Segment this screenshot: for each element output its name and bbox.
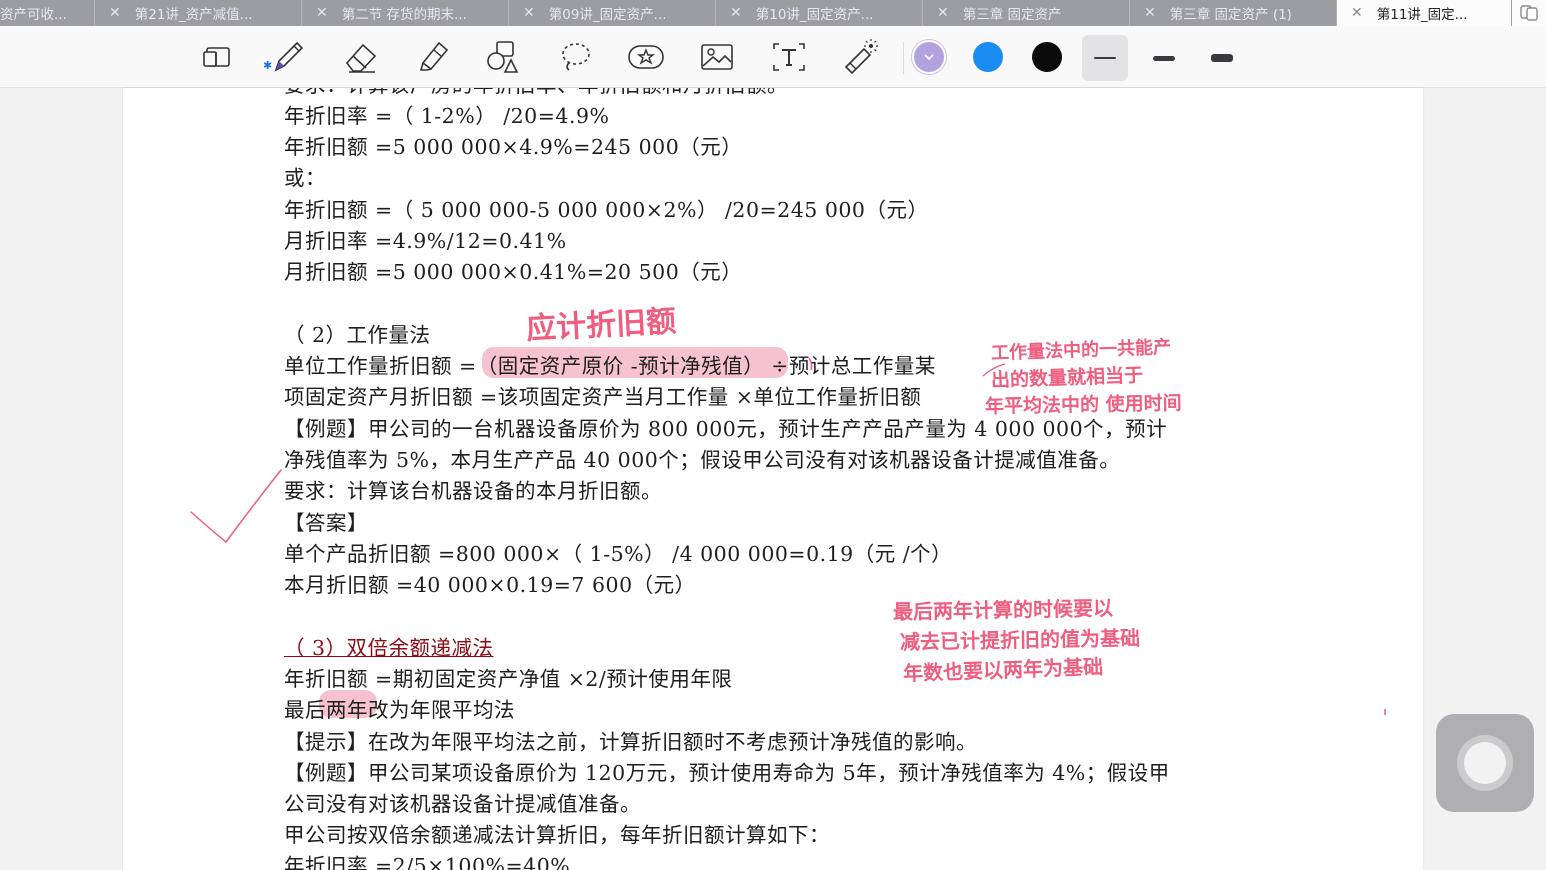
tab-label: 第21讲_资产减值... xyxy=(134,7,253,23)
close-icon[interactable]: ✕ xyxy=(937,5,949,21)
tab-6[interactable]: ✕ 第三章 固定资产 (1) xyxy=(1130,0,1337,26)
tab-overview-icon xyxy=(1520,5,1538,21)
lasso-icon xyxy=(562,43,590,71)
text-line: 【提示】在改为年限平均法之前，计算折旧额时不考虑预计净残值的影响。 xyxy=(284,730,977,754)
text-line: 净残值率为 5%，本月生产产品 40 000个；假设甲公司没有对该机器设备计提减… xyxy=(284,448,1121,472)
checkmark-stroke xyxy=(190,469,282,544)
handwritten-note: 应计折旧额 xyxy=(525,304,677,347)
text-line: 年折旧率 =2/5×100%=40% xyxy=(284,854,571,870)
handwritten-note: 年平均法中的 使用时间 xyxy=(984,392,1182,418)
text-tool[interactable] xyxy=(767,35,811,79)
text-line: 【答案】 xyxy=(284,511,368,535)
assistive-touch-button[interactable] xyxy=(1436,714,1534,812)
sticker-icon xyxy=(628,45,664,69)
highlighter-icon xyxy=(419,41,449,71)
text-line: 年折旧额 =5 000 000×4.9%=245 000（元） xyxy=(284,135,743,159)
shapes-icon xyxy=(487,41,519,73)
text-line: 单个产品折旧额 =800 000×（ 1-5%） /4 000 000=0.19… xyxy=(284,542,953,566)
text-line: 最后两年改为年限平均法 xyxy=(284,698,515,722)
text-line: 年折旧率 =（ 1-2%） /20=4.9% xyxy=(284,104,610,128)
tab-label: 第10讲_固定资产... xyxy=(755,7,874,23)
page-layout-tool[interactable] xyxy=(195,35,239,79)
eraser-icon xyxy=(345,43,377,73)
image-icon xyxy=(701,44,733,70)
close-icon[interactable]: ✕ xyxy=(316,5,328,21)
handwritten-note: 工作量法中的一共能产 xyxy=(990,336,1172,365)
text-line: 甲公司按双倍余额递减法计算折旧，每年折旧额计算如下： xyxy=(284,823,830,847)
tab-3[interactable]: ✕ 第09讲_固定资产... xyxy=(509,0,716,26)
chevron-down-icon xyxy=(924,54,934,61)
text-line: 月折旧率 =4.9%/12=0.41% xyxy=(284,229,567,253)
laser-pointer-tool[interactable] xyxy=(838,35,882,79)
new-tab-button[interactable] xyxy=(1512,0,1546,26)
close-icon[interactable]: ✕ xyxy=(1144,5,1156,21)
text-line: 要求：计算该台机器设备的本月折旧额。 xyxy=(284,479,662,503)
section-heading: （ 2）工作量法 xyxy=(284,323,431,347)
page-layout-icon xyxy=(203,47,230,67)
text-line: 单位工作量折旧额 =（固定资产原价 -预计净残值） ÷预计总工作量某 xyxy=(284,354,936,378)
handwritten-note: 最后两年计算的时候要以 xyxy=(892,596,1114,624)
text-line: 年折旧额 =期初固定资产净值 ×2/预计使用年限 xyxy=(284,667,733,691)
sticker-tool[interactable] xyxy=(624,35,668,79)
image-tool[interactable] xyxy=(695,35,739,79)
close-icon[interactable]: ✕ xyxy=(109,5,121,21)
text-line: 项固定资产月折旧额 =该项固定资产当月工作量 ×单位工作量折旧额 xyxy=(284,385,922,409)
tab-7-active[interactable]: ✕ 第11讲_固定... xyxy=(1337,0,1511,26)
tab-1[interactable]: ✕ 第21讲_资产减值... xyxy=(95,0,302,26)
tab-label: 第二节 存货的期末... xyxy=(341,7,467,23)
stroke-thick-button[interactable] xyxy=(1199,35,1245,81)
tab-label: 第三章 固定资产 (1) xyxy=(1169,7,1292,23)
text-icon xyxy=(773,43,805,71)
highlighter-tool[interactable] xyxy=(411,35,455,79)
text-line: 月折旧额 =5 000 000×0.41%=20 500（元） xyxy=(284,260,743,284)
lasso-tool[interactable] xyxy=(553,35,597,79)
toolbar-divider xyxy=(903,42,904,74)
stroke-medium-button[interactable] xyxy=(1141,35,1187,81)
color-swatch-blue[interactable] xyxy=(973,42,1003,72)
tab-0[interactable]: 资产可收... xyxy=(0,0,95,26)
text-line: 公司没有对该机器设备计提减值准备。 xyxy=(284,792,641,816)
tab-5[interactable]: ✕ 第三章 固定资产 xyxy=(923,0,1130,26)
text-line: 【例题】甲公司某项设备原价为 120万元，预计使用寿命为 5年，预计净残值率为 … xyxy=(284,761,1170,785)
tab-label: 第09讲_固定资产... xyxy=(548,7,667,23)
section-heading: （ 3）双倍余额递减法 xyxy=(284,636,494,660)
text-line: 或： xyxy=(284,166,326,190)
tab-bar: 资产可收... ✕ 第21讲_资产减值... ✕ 第二节 存货的期末... ✕ … xyxy=(0,0,1546,26)
text-line: 本月折旧额 =40 000×0.19=7 600（元） xyxy=(284,573,696,597)
tab-4[interactable]: ✕ 第10讲_固定资产... xyxy=(716,0,923,26)
color-swatch-purple[interactable] xyxy=(914,42,944,72)
handwritten-note: 年数也要以两年为基础 xyxy=(902,654,1104,686)
pen-tool[interactable] xyxy=(266,35,310,79)
eraser-tool[interactable] xyxy=(339,35,383,79)
text-line: 年折旧额 =（ 5 000 000-5 000 000×2%） /20=245 … xyxy=(284,198,929,222)
pen-icon xyxy=(274,41,304,72)
tab-2[interactable]: ✕ 第二节 存货的期末... xyxy=(302,0,509,26)
close-icon[interactable]: ✕ xyxy=(730,5,742,21)
color-swatch-black[interactable] xyxy=(1032,42,1062,72)
tab-label: 第11讲_固定... xyxy=(1376,7,1468,23)
document-page[interactable]: 要求：计算该厂房的年折旧率、年折旧额和月折旧额。 年折旧率 =（ 1-2%） /… xyxy=(123,88,1423,870)
text-line-cut: 要求：计算该厂房的年折旧率、年折旧额和月折旧额。 xyxy=(284,88,788,98)
handwritten-note: 减去已计提折旧的值为基础 xyxy=(899,625,1141,655)
shapes-tool[interactable] xyxy=(481,35,525,79)
drawing-toolbar: ✱ xyxy=(0,26,1546,88)
handwritten-note: 出的数量就相当于 xyxy=(990,364,1144,392)
close-icon[interactable]: ✕ xyxy=(523,5,535,21)
close-icon[interactable]: ✕ xyxy=(1351,5,1363,21)
stroke-thin-button[interactable] xyxy=(1082,35,1128,81)
tab-label: 资产可收... xyxy=(0,7,67,23)
tab-label: 第三章 固定资产 xyxy=(962,7,1062,23)
laser-pointer-icon xyxy=(844,39,878,75)
